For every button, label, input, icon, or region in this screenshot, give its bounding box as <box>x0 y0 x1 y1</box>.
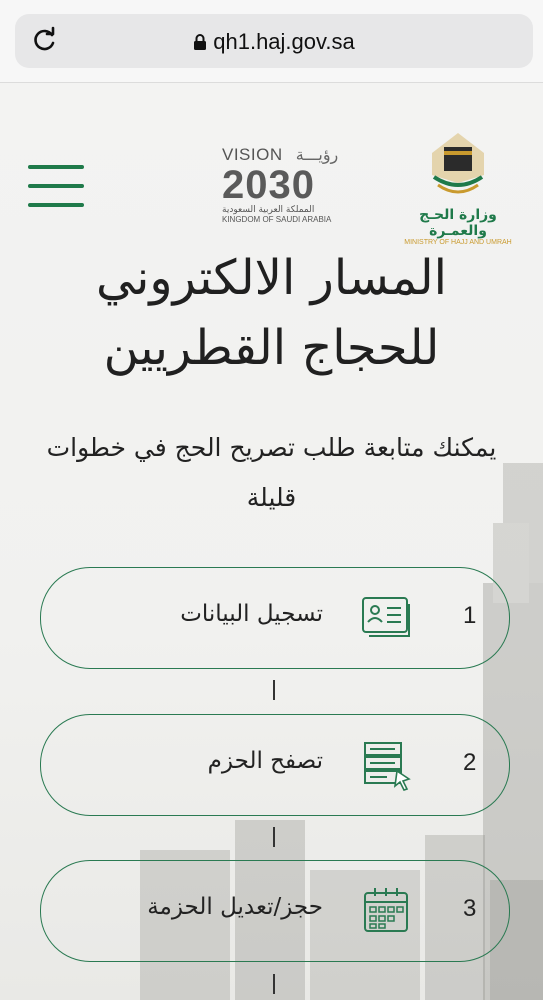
menu-line-icon <box>28 184 84 188</box>
step-label: حجز/تعديل الحزمة <box>147 894 323 920</box>
step-label: تصفح الحزم <box>207 748 323 774</box>
kaaba-emblem-icon <box>432 133 484 194</box>
hamburger-menu-button[interactable] <box>28 165 84 209</box>
step-number: 3 <box>463 895 477 922</box>
url-display[interactable]: qh1.haj.gov.sa <box>15 29 533 55</box>
vision-title-en: VISION <box>222 145 283 164</box>
step-number: 2 <box>463 749 477 776</box>
vision-number: 2030 <box>222 163 315 207</box>
step-number: 1 <box>463 602 477 629</box>
calendar-icon <box>364 888 408 932</box>
url-text: qh1.haj.gov.sa <box>213 29 355 54</box>
step-register-data[interactable]: 1 تسجيل البيانات <box>40 567 510 669</box>
vision-title-ar: رؤيـــة <box>295 145 339 164</box>
step-book-package[interactable]: 3 حجز/تعديل الحزمة <box>40 860 510 962</box>
page-title-line-2: للحجاج القطريين <box>103 320 440 376</box>
step-browse-packages[interactable]: 2 تصفح الحزم <box>40 714 510 816</box>
step-connector <box>273 827 275 847</box>
step-connector <box>273 974 275 994</box>
browser-toolbar: qh1.haj.gov.sa <box>0 0 543 83</box>
lock-icon <box>194 34 207 50</box>
vision-2030-logo: VISION رؤيـــة 2030 المملكة العربية السع… <box>222 145 362 237</box>
id-card-icon <box>362 597 410 637</box>
ministry-logo: وزارة الحـج والعمـرة MINISTRY OF HAJJ AN… <box>388 131 528 246</box>
menu-line-icon <box>28 203 84 207</box>
menu-line-icon <box>28 165 84 169</box>
ministry-name-en: MINISTRY OF HAJJ AND UMRAH <box>404 239 512 246</box>
step-connector <box>273 680 275 700</box>
step-label: تسجيل البيانات <box>180 601 323 627</box>
page-title-line-1: المسار الالكتروني <box>96 250 447 306</box>
page-content: VISION رؤيـــة 2030 المملكة العربية السع… <box>0 83 543 1000</box>
address-bar[interactable]: qh1.haj.gov.sa <box>15 14 533 68</box>
vision-subtitle-ar: المملكة العربية السعودية <box>222 205 315 215</box>
page-subtitle: يمكنك متابعة طلب تصريح الحج في خطوات قلي… <box>46 433 497 512</box>
ministry-name-ar: وزارة الحـج والعمـرة <box>419 207 497 239</box>
package-list-icon <box>364 742 411 791</box>
vision-subtitle-en: KINGDOM OF SAUDI ARABIA <box>222 215 332 224</box>
